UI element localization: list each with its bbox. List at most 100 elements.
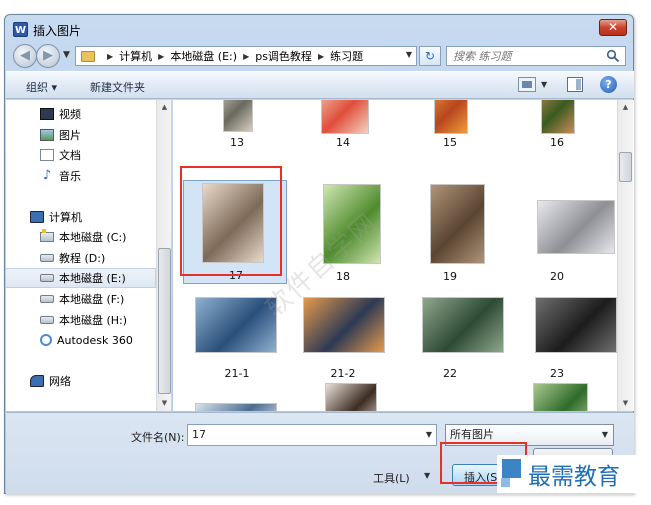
drive-icon: [40, 274, 54, 282]
brand-name: 最需教育: [528, 464, 620, 490]
tools-dropdown-icon[interactable]: ▼: [424, 471, 430, 480]
filename-input[interactable]: 17 ▼: [187, 424, 437, 446]
nav-item-label: 本地磁盘 (C:): [59, 231, 127, 244]
folder-icon: [81, 50, 95, 62]
scroll-up-icon[interactable]: ▲: [157, 100, 171, 115]
back-button[interactable]: ◀: [13, 44, 37, 68]
breadcrumb-separator-icon[interactable]: ▶: [243, 52, 249, 61]
file-thumbnail: [537, 200, 615, 254]
nav-item-drive-h[interactable]: 本地磁盘 (H:): [6, 310, 156, 330]
file-tile[interactable]: [291, 383, 395, 411]
file-tile[interactable]: 16: [505, 100, 609, 164]
file-name-label: 19: [443, 270, 457, 283]
filename-dropdown-icon[interactable]: ▼: [426, 425, 432, 445]
nav-item-drive-f[interactable]: 本地磁盘 (F:): [6, 289, 156, 309]
recent-locations-dropdown-icon[interactable]: ▼: [63, 50, 70, 60]
filename-value: 17: [192, 428, 206, 441]
nav-item-network[interactable]: 网络: [6, 371, 156, 391]
breadcrumb-ps-tutorial[interactable]: ps调色教程: [255, 48, 312, 64]
file-thumbnail: [325, 383, 377, 411]
forward-button[interactable]: ▶: [36, 44, 60, 68]
title-bar: W 插入图片 ✕: [5, 15, 633, 43]
close-button[interactable]: ✕: [599, 19, 627, 36]
nav-scroll-thumb[interactable]: [158, 248, 171, 394]
scroll-down-icon[interactable]: ▼: [157, 396, 171, 411]
scroll-down-icon[interactable]: ▼: [618, 396, 633, 411]
files-scrollbar[interactable]: ▲ ▼: [617, 100, 633, 411]
drive-icon: [40, 295, 54, 303]
brand-logo-accent-icon: [501, 478, 510, 487]
breadcrumb-separator-icon[interactable]: ▶: [158, 52, 164, 61]
nav-item-computer[interactable]: 计算机: [6, 207, 156, 227]
organize-button[interactable]: 组织 ▾: [26, 79, 57, 95]
change-view-icon[interactable]: [518, 77, 536, 92]
cloud-icon: [40, 334, 52, 346]
nav-item-label: 本地磁盘 (F:): [59, 293, 125, 306]
file-tile[interactable]: 15: [398, 100, 502, 164]
tools-button[interactable]: 工具(L): [373, 470, 410, 486]
search-input[interactable]: [453, 47, 603, 65]
nav-item-label: 音乐: [59, 170, 81, 183]
drive-icon: [40, 316, 54, 324]
view-options-dropdown-icon[interactable]: ▼: [541, 80, 547, 89]
file-thumbnail: [541, 100, 575, 134]
file-tile[interactable]: 21-2: [291, 289, 395, 380]
computer-icon: [30, 211, 44, 223]
file-tile[interactable]: [505, 383, 609, 411]
file-tile[interactable]: 14: [291, 100, 395, 164]
file-name-label: 22: [443, 367, 457, 380]
file-thumbnail: [430, 184, 485, 264]
nav-item-music[interactable]: ♪ 音乐: [6, 166, 156, 186]
nav-item-label: 图片: [59, 129, 81, 142]
breadcrumb-computer[interactable]: 计算机: [119, 48, 152, 64]
file-tile[interactable]: [398, 383, 502, 411]
documents-icon: [40, 149, 54, 161]
file-type-value: 所有图片: [450, 428, 494, 441]
file-tile[interactable]: 20: [505, 182, 615, 283]
file-thumbnail: [303, 297, 385, 353]
navigation-pane: 视频 图片 文档 ♪ 音乐 计算机 本地磁盘 (C:) 教程 (D:) 本地磁盘…: [6, 100, 172, 411]
nav-item-documents[interactable]: 文档: [6, 145, 156, 165]
breadcrumb-separator-icon[interactable]: ▶: [318, 52, 324, 61]
refresh-button[interactable]: ↻: [419, 46, 441, 66]
scroll-up-icon[interactable]: ▲: [618, 100, 633, 115]
breadcrumb-exercises[interactable]: 练习题: [330, 48, 363, 64]
address-bar: ◀ ▶ ▼ ▶ 计算机 ▶ 本地磁盘 (E:) ▶ ps调色教程 ▶ 练习题 ▼…: [5, 43, 633, 69]
nav-item-label: 视频: [59, 108, 81, 121]
nav-item-autodesk-360[interactable]: Autodesk 360: [6, 330, 156, 350]
nav-item-drive-d[interactable]: 教程 (D:): [6, 248, 156, 268]
nav-item-label: 本地磁盘 (E:): [59, 272, 126, 285]
word-app-icon: W: [13, 22, 28, 37]
file-tile[interactable]: 22: [398, 289, 504, 380]
file-tile[interactable]: [185, 383, 289, 411]
nav-item-label: 计算机: [49, 211, 82, 224]
file-type-dropdown-icon[interactable]: ▼: [602, 425, 608, 445]
file-tile[interactable]: 19: [398, 182, 502, 283]
file-tile[interactable]: 13: [185, 100, 289, 164]
files-scroll-thumb[interactable]: [619, 152, 632, 182]
new-folder-button[interactable]: 新建文件夹: [90, 79, 145, 95]
file-tile[interactable]: 23: [505, 289, 617, 380]
file-thumbnail: [223, 100, 253, 132]
nav-item-drive-e[interactable]: 本地磁盘 (E:): [6, 268, 156, 288]
nav-item-drive-c[interactable]: 本地磁盘 (C:): [6, 227, 156, 247]
nav-item-videos[interactable]: 视频: [6, 104, 156, 124]
breadcrumb-separator-icon[interactable]: ▶: [107, 52, 113, 61]
file-name-label: 23: [550, 367, 564, 380]
nav-scrollbar[interactable]: ▲ ▼: [156, 100, 171, 411]
nav-item-label: 本地磁盘 (H:): [59, 314, 128, 327]
system-drive-icon: [40, 229, 54, 242]
breadcrumb[interactable]: ▶ 计算机 ▶ 本地磁盘 (E:) ▶ ps调色教程 ▶ 练习题 ▼: [75, 46, 417, 66]
file-name-label: 21-2: [330, 367, 356, 380]
address-dropdown-icon[interactable]: ▼: [406, 50, 412, 59]
file-name-label: 15: [443, 136, 457, 149]
help-icon[interactable]: ?: [600, 76, 617, 93]
preview-pane-icon[interactable]: [567, 77, 583, 92]
breadcrumb-drive-e[interactable]: 本地磁盘 (E:): [170, 48, 237, 64]
file-thumbnail: [422, 297, 504, 353]
nav-item-label: 网络: [49, 375, 71, 388]
search-box[interactable]: [446, 46, 626, 66]
nav-item-pictures[interactable]: 图片: [6, 125, 156, 145]
file-thumbnail: [533, 383, 588, 411]
search-icon[interactable]: [606, 49, 620, 63]
